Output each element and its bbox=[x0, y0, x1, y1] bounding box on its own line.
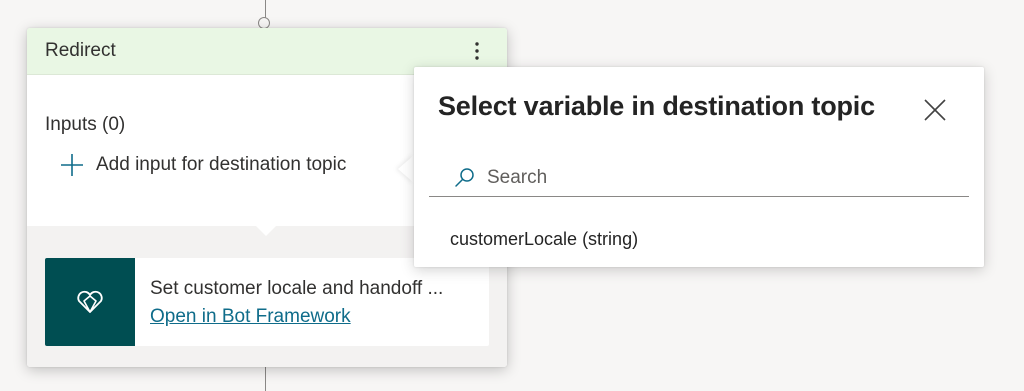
more-vertical-icon[interactable] bbox=[465, 39, 489, 63]
variable-picker-popover: Select variable in destination topic cus… bbox=[414, 67, 984, 267]
topic-title: Set customer locale and handoff ... bbox=[150, 278, 444, 299]
close-icon bbox=[924, 99, 946, 121]
close-button[interactable] bbox=[920, 95, 950, 125]
popover-title: Select variable in destination topic bbox=[438, 91, 875, 121]
search-box[interactable] bbox=[429, 159, 969, 197]
add-input-button[interactable]: Add input for destination topic bbox=[59, 152, 346, 178]
search-input[interactable] bbox=[487, 166, 937, 189]
search-icon bbox=[455, 167, 474, 187]
redirect-node-title: Redirect bbox=[45, 40, 116, 61]
variable-list-item[interactable]: customerLocale (string) bbox=[450, 229, 638, 250]
open-in-bot-framework-link[interactable]: Open in Bot Framework bbox=[150, 306, 351, 328]
plus-icon bbox=[61, 154, 83, 176]
bot-framework-icon bbox=[77, 290, 103, 313]
inputs-label: Inputs (0) bbox=[45, 114, 126, 135]
popover-beak bbox=[398, 155, 414, 183]
flow-connector-bottom bbox=[265, 367, 266, 391]
destination-topic-card[interactable]: Set customer locale and handoff ... Open… bbox=[45, 258, 489, 346]
topic-icon-tile bbox=[45, 258, 135, 346]
section-notch bbox=[256, 226, 276, 236]
add-input-label: Add input for destination topic bbox=[96, 154, 347, 175]
